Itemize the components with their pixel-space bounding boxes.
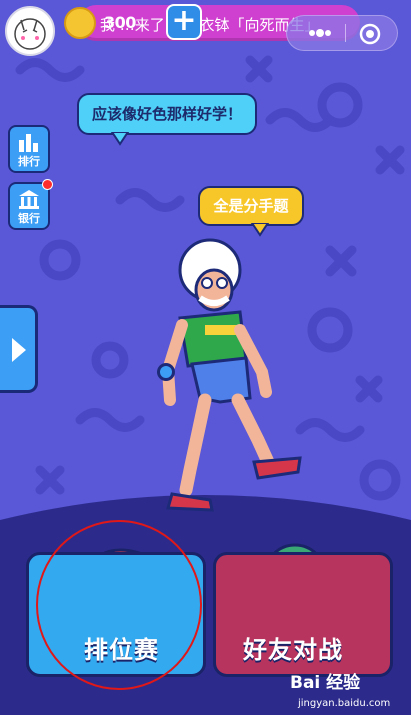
bank-icon (19, 190, 39, 209)
bubble-tail-icon (110, 132, 130, 146)
bar-chart-icon (19, 134, 38, 152)
coin-icon (64, 7, 96, 39)
coin-count: 300 (104, 13, 136, 32)
watermark-url: jingyan.baidu.com (298, 698, 391, 709)
speech-bubble-blue: 应该像好色那样好学！ (77, 93, 257, 135)
watermark: Bai 经验 (290, 668, 360, 693)
close-target-icon[interactable] (359, 23, 381, 45)
bubble-tail-icon (250, 223, 270, 237)
add-coins-button[interactable]: + (166, 4, 202, 40)
notification-dot (42, 179, 53, 190)
bank-label: 银行 (18, 212, 40, 225)
highlight-circle (36, 520, 202, 690)
capsule-divider (345, 24, 346, 42)
bunny-avatar-icon (14, 18, 46, 50)
user-avatar[interactable] (5, 6, 55, 56)
expand-panel-tab[interactable] (0, 305, 38, 393)
game-home-screen: 我 …来了 格尔衣钵「向死而生」 300 + 排行 银行 应该像好色那样好学！ … (0, 0, 411, 715)
ranking-label: 排行 (18, 155, 40, 168)
speech-bubble-yellow: 全是分手题 (198, 186, 304, 226)
play-arrow-icon (12, 338, 26, 362)
more-dots-icon[interactable] (300, 22, 340, 44)
ranking-button[interactable]: 排行 (8, 125, 50, 173)
watermark-brand: Bai 经验 (290, 673, 361, 693)
friend-battle-label: 好友对战 (243, 636, 343, 664)
